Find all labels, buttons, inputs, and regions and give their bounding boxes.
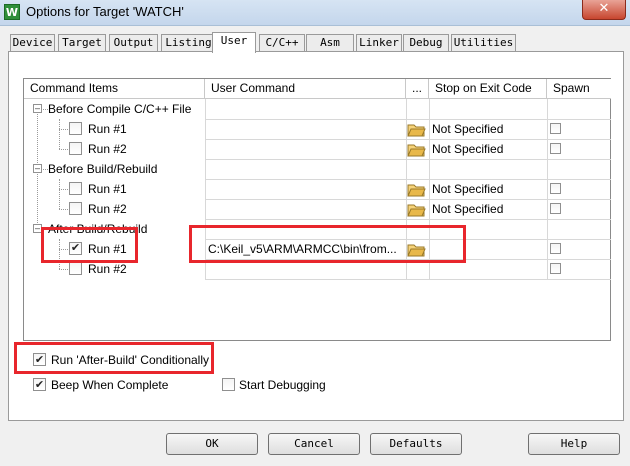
folder-open-icon[interactable] bbox=[407, 122, 426, 137]
stop-on-exit-value[interactable]: Not Specified bbox=[432, 119, 503, 139]
user-commands-grid: Command Items User Command ... Stop on E… bbox=[23, 78, 611, 341]
group-label: Before Compile C/C++ File bbox=[48, 102, 192, 116]
tree-group-before-build[interactable]: – Before Build/Rebuild bbox=[24, 159, 205, 179]
tab-asm[interactable]: Asm bbox=[306, 34, 354, 52]
row-divider bbox=[205, 219, 611, 220]
folder-open-icon[interactable] bbox=[407, 142, 426, 157]
title-bar: W Options for Target 'WATCH' ✕ bbox=[0, 0, 630, 26]
stop-on-exit-value[interactable]: Not Specified bbox=[432, 199, 503, 219]
spawn-checkbox[interactable] bbox=[550, 123, 561, 134]
start-debugging-label[interactable]: Start Debugging bbox=[239, 378, 326, 392]
tab-output[interactable]: Output bbox=[109, 34, 158, 52]
header-spawn[interactable]: Spawn bbox=[547, 79, 611, 99]
close-button[interactable]: ✕ bbox=[582, 0, 626, 20]
beep-when-complete-checkbox[interactable] bbox=[33, 378, 46, 391]
cancel-button[interactable]: Cancel bbox=[268, 433, 360, 455]
run-after-build-conditionally-checkbox[interactable] bbox=[33, 353, 46, 366]
item-label: Run #1 bbox=[88, 122, 127, 136]
collapse-minus-icon[interactable]: – bbox=[33, 164, 42, 173]
help-button[interactable]: Help bbox=[528, 433, 620, 455]
spawn-checkbox[interactable] bbox=[550, 243, 561, 254]
tab-strip: Device Target Output Listing User C/C++ … bbox=[10, 32, 622, 53]
ok-button[interactable]: OK bbox=[166, 433, 258, 455]
tree-group-before-compile[interactable]: – Before Compile C/C++ File bbox=[24, 99, 205, 119]
tree-item-before-build-run1[interactable]: Run #1 bbox=[24, 179, 205, 199]
header-command-items[interactable]: Command Items bbox=[24, 79, 205, 99]
window-title: Options for Target 'WATCH' bbox=[26, 4, 184, 19]
tab-debug[interactable]: Debug bbox=[403, 34, 449, 52]
run-checkbox[interactable] bbox=[69, 202, 82, 215]
row-divider bbox=[205, 199, 611, 200]
spawn-checkbox[interactable] bbox=[550, 183, 561, 194]
highlight-box bbox=[41, 227, 138, 263]
spawn-checkbox[interactable] bbox=[550, 263, 561, 274]
highlight-box bbox=[189, 225, 466, 263]
tree-item-before-build-run2[interactable]: Run #2 bbox=[24, 199, 205, 219]
header-user-command[interactable]: User Command bbox=[205, 79, 406, 99]
row-divider bbox=[205, 179, 611, 180]
row-divider bbox=[205, 119, 611, 120]
column-divider bbox=[547, 99, 548, 279]
app-icon: W bbox=[4, 4, 20, 20]
tab-utilities[interactable]: Utilities bbox=[451, 34, 516, 52]
beep-when-complete-label[interactable]: Beep When Complete bbox=[51, 378, 168, 392]
header-stop-on-exit[interactable]: Stop on Exit Code bbox=[429, 79, 547, 99]
tree-item-before-compile-run1[interactable]: Run #1 bbox=[24, 119, 205, 139]
run-checkbox[interactable] bbox=[69, 262, 82, 275]
tab-linker[interactable]: Linker bbox=[356, 34, 402, 52]
run-checkbox[interactable] bbox=[69, 122, 82, 135]
tab-user[interactable]: User bbox=[212, 32, 256, 53]
folder-open-icon[interactable] bbox=[407, 202, 426, 217]
run-checkbox[interactable] bbox=[69, 142, 82, 155]
run-after-build-conditionally-label[interactable]: Run 'After-Build' Conditionally bbox=[51, 353, 209, 367]
item-label: Run #2 bbox=[88, 142, 127, 156]
spawn-checkbox[interactable] bbox=[550, 143, 561, 154]
tree-item-before-compile-run2[interactable]: Run #2 bbox=[24, 139, 205, 159]
defaults-button[interactable]: Defaults bbox=[370, 433, 462, 455]
folder-open-icon[interactable] bbox=[407, 182, 426, 197]
collapse-minus-icon[interactable]: – bbox=[33, 104, 42, 113]
stop-on-exit-value[interactable]: Not Specified bbox=[432, 139, 503, 159]
row-divider bbox=[205, 279, 611, 280]
row-divider bbox=[205, 139, 611, 140]
start-debugging-checkbox[interactable] bbox=[222, 378, 235, 391]
tab-listing[interactable]: Listing bbox=[161, 34, 216, 52]
stop-on-exit-value[interactable]: Not Specified bbox=[432, 179, 503, 199]
header-browse[interactable]: ... bbox=[406, 79, 429, 99]
item-label: Run #2 bbox=[88, 202, 127, 216]
item-label: Run #1 bbox=[88, 182, 127, 196]
row-divider bbox=[205, 159, 611, 160]
tab-target[interactable]: Target bbox=[58, 34, 106, 52]
spawn-checkbox[interactable] bbox=[550, 203, 561, 214]
tab-c-cpp[interactable]: C/C++ bbox=[259, 34, 305, 52]
run-checkbox[interactable] bbox=[69, 182, 82, 195]
tab-device[interactable]: Device bbox=[10, 34, 55, 52]
group-label: Before Build/Rebuild bbox=[48, 162, 158, 176]
